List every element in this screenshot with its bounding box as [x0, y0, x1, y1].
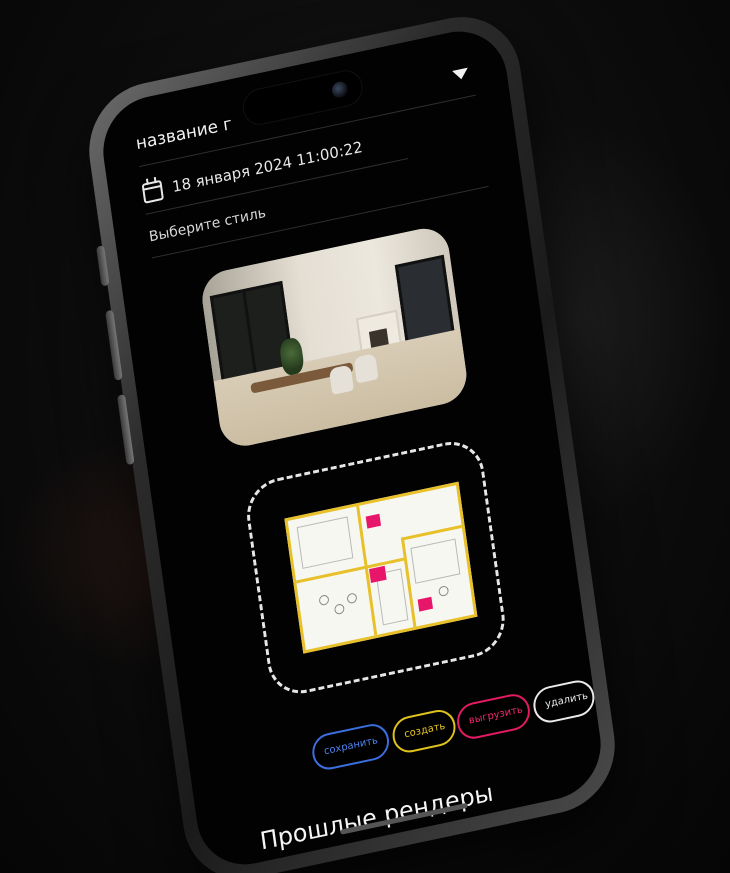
upload-button[interactable]: выгрузить [454, 690, 533, 743]
photo-chair [353, 353, 379, 384]
plan-chair [346, 592, 358, 605]
triangle-down-icon[interactable] [452, 67, 470, 81]
plan-marker [417, 596, 434, 612]
plan-chair [333, 603, 345, 616]
create-button[interactable]: создать [390, 706, 458, 756]
photo-chair [328, 364, 354, 395]
plan-marker [365, 513, 382, 529]
floor-plan-image [284, 481, 478, 654]
style-select-label: Выберите стиль [148, 204, 267, 246]
style-select[interactable]: Выберите стиль [148, 205, 267, 246]
delete-button[interactable]: удалить [531, 677, 597, 726]
plan-chair [438, 585, 450, 598]
save-button[interactable]: сохранить [310, 720, 392, 773]
calendar-icon [141, 179, 164, 204]
plan-room [296, 516, 354, 569]
render-preview-image[interactable] [198, 223, 470, 451]
action-buttons: сохранить создать выгрузить удалить [310, 675, 607, 777]
plan-room [410, 538, 461, 584]
plan-upload-area[interactable] [242, 435, 510, 701]
plan-chair [318, 594, 330, 607]
scene: название г 18 января 2024 11:00:22 Выбер… [0, 0, 730, 873]
